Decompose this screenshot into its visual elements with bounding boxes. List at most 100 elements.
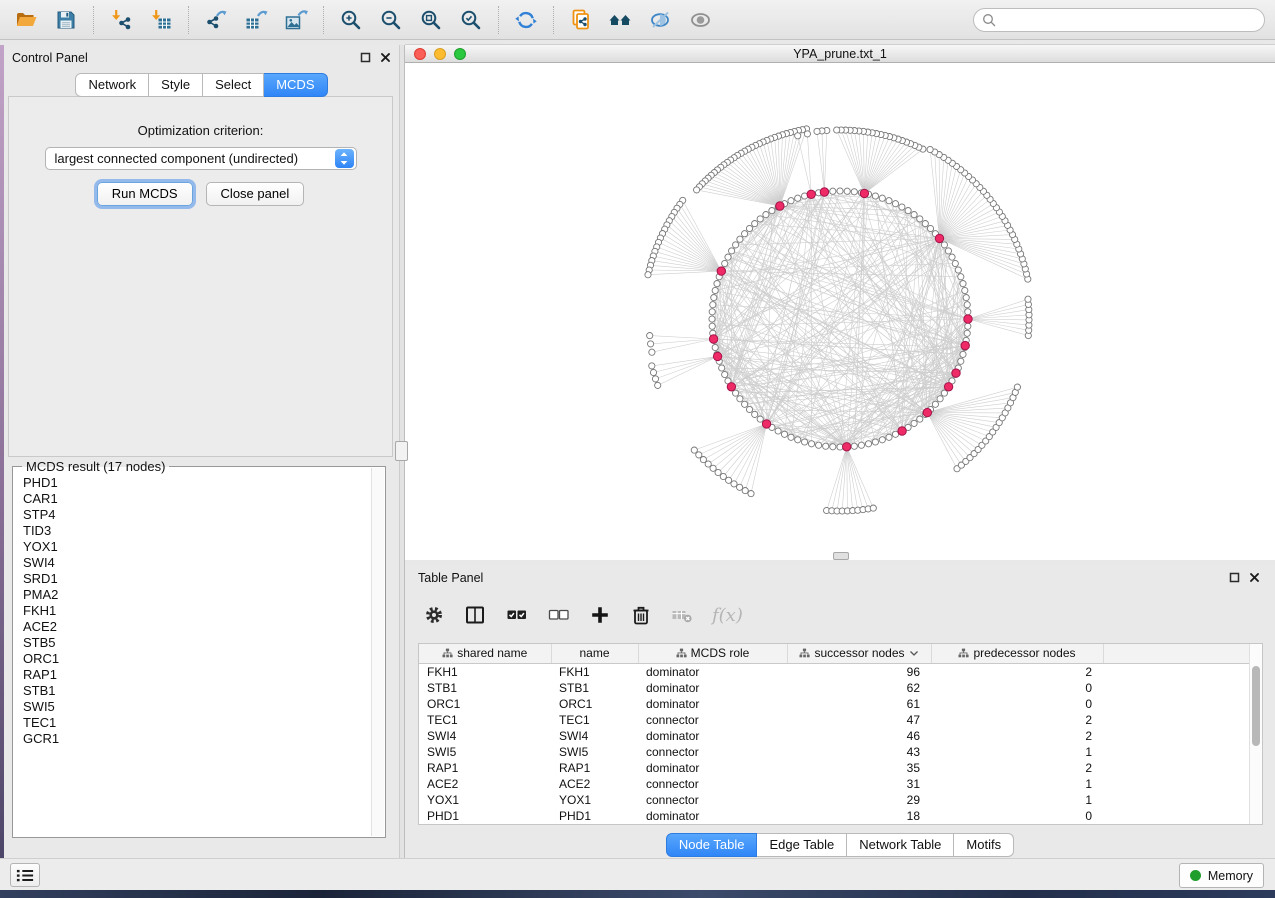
- network-view[interactable]: [405, 63, 1275, 560]
- search-icon: [982, 13, 996, 27]
- task-history-button[interactable]: [10, 863, 40, 887]
- table-row[interactable]: SWI5SWI5connector431: [419, 744, 1249, 760]
- mcds-result-groupbox: MCDS result (17 nodes) PHD1CAR1STP4TID3Y…: [12, 466, 386, 838]
- task-list-icon: [16, 868, 34, 883]
- tab-mcds[interactable]: MCDS: [264, 73, 327, 97]
- table-row[interactable]: ORC1ORC1dominator610: [419, 696, 1249, 712]
- mcds-result-item[interactable]: YOX1: [15, 539, 370, 555]
- tab-edge-table[interactable]: Edge Table: [757, 833, 847, 857]
- zoom-in-icon[interactable]: [331, 4, 371, 36]
- mcds-result-item[interactable]: STB1: [15, 683, 370, 699]
- mcds-result-item[interactable]: PHD1: [15, 475, 370, 491]
- mcds-result-item[interactable]: TEC1: [15, 715, 370, 731]
- network-window-titlebar[interactable]: YPA_prune.txt_1: [405, 44, 1275, 63]
- tab-motifs[interactable]: Motifs: [954, 833, 1014, 857]
- cell-name: SWI5: [551, 744, 638, 760]
- column-header-name[interactable]: name: [551, 644, 638, 663]
- mcds-result-item[interactable]: SWI5: [15, 699, 370, 715]
- mcds-result-item[interactable]: SWI4: [15, 555, 370, 571]
- tab-style[interactable]: Style: [149, 73, 203, 97]
- float-window-icon[interactable]: [360, 52, 371, 63]
- table-row[interactable]: FKH1FKH1dominator962: [419, 663, 1249, 680]
- function-builder-icon[interactable]: f(x): [712, 605, 743, 626]
- cell-shared-name: SWI4: [419, 728, 551, 744]
- select-all-icon[interactable]: [505, 604, 528, 626]
- column-header-predecessor-nodes[interactable]: predecessor nodes: [931, 644, 1103, 663]
- network-canvas[interactable]: [405, 63, 1275, 560]
- mcds-result-item[interactable]: STP4: [15, 507, 370, 523]
- export-image-icon[interactable]: [276, 4, 316, 36]
- column-header-successor-nodes[interactable]: successor nodes: [787, 644, 931, 663]
- mcds-result-item[interactable]: CAR1: [15, 491, 370, 507]
- add-column-icon[interactable]: [589, 604, 611, 626]
- gene-search-icon[interactable]: [601, 4, 641, 36]
- tab-network-table[interactable]: Network Table: [847, 833, 954, 857]
- column-header-MCDS-role[interactable]: MCDS role: [638, 644, 787, 663]
- mcds-result-item[interactable]: RAP1: [15, 667, 370, 683]
- close-panel-icon[interactable]: [1249, 572, 1260, 583]
- table-row[interactable]: STB1STB1dominator620: [419, 680, 1249, 696]
- mcds-result-item[interactable]: STB5: [15, 635, 370, 651]
- maximize-window-icon[interactable]: [454, 48, 466, 60]
- column-header-shared-name[interactable]: shared name: [419, 644, 551, 663]
- memory-button[interactable]: Memory: [1179, 863, 1264, 888]
- mcds-result-item[interactable]: ACE2: [15, 619, 370, 635]
- show-hide-graphics-details-icon[interactable]: [641, 4, 681, 36]
- table-row[interactable]: SWI4SWI4dominator462: [419, 728, 1249, 744]
- column-settings-icon[interactable]: [423, 604, 445, 626]
- tab-node-table[interactable]: Node Table: [666, 833, 758, 857]
- cell-name: PHD1: [551, 808, 638, 824]
- main-toolbar: [0, 0, 1275, 40]
- cell-MCDS-role: connector: [638, 744, 787, 760]
- table-row[interactable]: RAP1RAP1dominator352: [419, 760, 1249, 776]
- vertical-splitter-handle[interactable]: [395, 441, 408, 461]
- zoom-fit-icon[interactable]: [411, 4, 451, 36]
- run-mcds-button[interactable]: Run MCDS: [97, 182, 193, 206]
- table-scrollbar-thumb[interactable]: [1252, 666, 1260, 746]
- open-file-icon[interactable]: [6, 4, 46, 36]
- table-panel-title: Table Panel: [418, 571, 483, 585]
- import-network-icon[interactable]: [101, 4, 141, 36]
- tab-network[interactable]: Network: [75, 73, 149, 97]
- node-table-grid[interactable]: shared namenameMCDS rolesuccessor nodesp…: [419, 644, 1249, 824]
- export-network-icon[interactable]: [196, 4, 236, 36]
- mcds-result-item[interactable]: GCR1: [15, 731, 370, 747]
- zoom-selected-icon[interactable]: [451, 4, 491, 36]
- import-table-icon[interactable]: [141, 4, 181, 36]
- horizontal-splitter-handle[interactable]: [833, 552, 849, 560]
- mcds-result-item[interactable]: PMA2: [15, 587, 370, 603]
- tab-select[interactable]: Select: [203, 73, 264, 97]
- delete-column-icon[interactable]: [630, 604, 652, 626]
- save-session-icon[interactable]: [46, 4, 86, 36]
- export-table-icon[interactable]: [236, 4, 276, 36]
- toolbar-separator: [323, 6, 324, 34]
- delete-table-icon[interactable]: [671, 604, 693, 626]
- table-row[interactable]: PHD1PHD1dominator180: [419, 808, 1249, 824]
- mcds-result-item[interactable]: ORC1: [15, 651, 370, 667]
- mcds-list-scrollbar[interactable]: [371, 468, 384, 836]
- optimization-criterion-select[interactable]: largest connected component (undirected): [45, 147, 357, 170]
- apply-layout-icon[interactable]: [506, 4, 546, 36]
- control-panel-tabs: NetworkStyleSelectMCDS: [4, 73, 399, 97]
- export-network-to-web-icon[interactable]: [561, 4, 601, 36]
- search-input[interactable]: [1002, 13, 1256, 27]
- mcds-result-item[interactable]: FKH1: [15, 603, 370, 619]
- minimize-window-icon[interactable]: [434, 48, 446, 60]
- table-tabs: Node TableEdge TableNetwork TableMotifs: [405, 833, 1275, 857]
- close-panel-icon[interactable]: [380, 52, 391, 63]
- toggle-panel-mode-icon[interactable]: [464, 604, 486, 626]
- mcds-result-item[interactable]: TID3: [15, 523, 370, 539]
- mcds-result-item[interactable]: SRD1: [15, 571, 370, 587]
- status-bar: Memory: [0, 858, 1275, 890]
- table-row[interactable]: TEC1TEC1connector472: [419, 712, 1249, 728]
- zoom-out-icon[interactable]: [371, 4, 411, 36]
- table-row[interactable]: ACE2ACE2connector311: [419, 776, 1249, 792]
- table-scrollbar[interactable]: [1249, 644, 1262, 824]
- table-row[interactable]: YOX1YOX1connector291: [419, 792, 1249, 808]
- bird-eye-view-icon[interactable]: [681, 4, 721, 36]
- deselect-all-icon[interactable]: [547, 604, 570, 626]
- close-panel-button[interactable]: Close panel: [206, 182, 305, 206]
- close-window-icon[interactable]: [414, 48, 426, 60]
- control-panel-titlebar: Control Panel: [4, 45, 399, 70]
- float-window-icon[interactable]: [1229, 572, 1240, 583]
